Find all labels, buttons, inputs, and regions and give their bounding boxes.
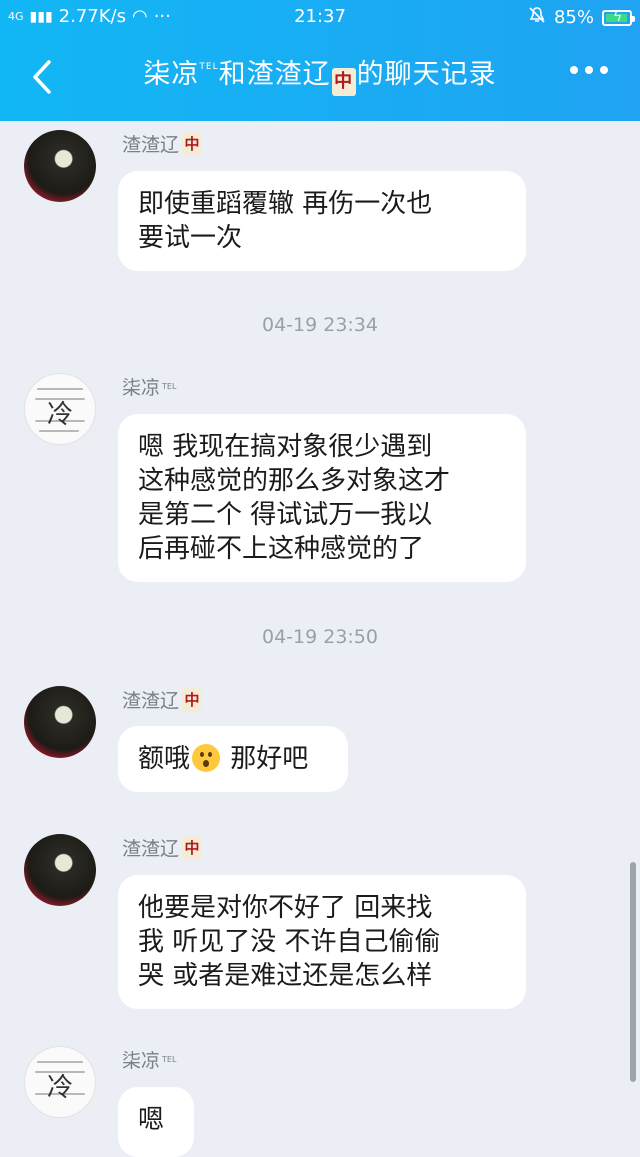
battery-icon: ϟ — [602, 9, 635, 26]
more-menu-button[interactable] — [570, 66, 608, 74]
mahjong-zhong-icon: 中 — [331, 68, 356, 96]
mahjong-zhong-icon: 中 — [182, 835, 203, 860]
avatar[interactable]: 冷 — [24, 1046, 96, 1118]
sender-name: 柒凉 TEL — [122, 377, 177, 399]
mahjong-zhong-icon: 中 — [182, 131, 203, 156]
message-bubble[interactable]: 他要是对你不好了 回来找 我 听见了没 不许自己偷偷 哭 或者是难过还是怎么样 — [118, 875, 526, 1009]
avatar[interactable] — [24, 130, 96, 202]
message-bubble[interactable]: 嗯 — [118, 1087, 194, 1157]
battery-percent: 85% — [553, 7, 594, 28]
sender-name: 渣渣辽中 — [122, 130, 203, 157]
avatar[interactable] — [24, 686, 96, 758]
mahjong-zhong-icon: 中 — [182, 687, 203, 712]
scrollbar[interactable] — [630, 862, 636, 1082]
sender-name: 渣渣辽中 — [122, 834, 203, 861]
timestamp: 04-19 23:50 — [261, 626, 378, 648]
message-bubble[interactable]: 额哦 那好吧 — [118, 726, 348, 792]
mute-bell-icon — [528, 6, 546, 29]
sender-name: 渣渣辽中 — [122, 686, 203, 713]
astonished-face-icon — [192, 744, 221, 772]
status-bar: 4G ▮▮▮ 2.77K/s ◠ ··· 21:37 85% ϟ — [0, 0, 640, 34]
page-title: 柒凉TEL和渣渣辽中的聊天记录 — [0, 52, 640, 96]
app-header: 4G ▮▮▮ 2.77K/s ◠ ··· 21:37 85% ϟ 柒凉TEL和渣… — [0, 0, 640, 121]
timestamp: 04-19 23:34 — [261, 314, 378, 336]
message-bubble[interactable]: 嗯 我现在搞对象很少遇到 这种感觉的那么多对象这才 是第二个 得试试万一我以 后… — [118, 414, 526, 582]
avatar[interactable] — [24, 834, 96, 906]
sender-name: 柒凉 TEL — [122, 1050, 177, 1072]
avatar[interactable]: 冷 — [24, 373, 96, 445]
message-bubble[interactable]: 即使重蹈覆辙 再伤一次也 要试一次 — [118, 171, 526, 271]
nav-bar: 柒凉TEL和渣渣辽中的聊天记录 — [0, 34, 640, 121]
